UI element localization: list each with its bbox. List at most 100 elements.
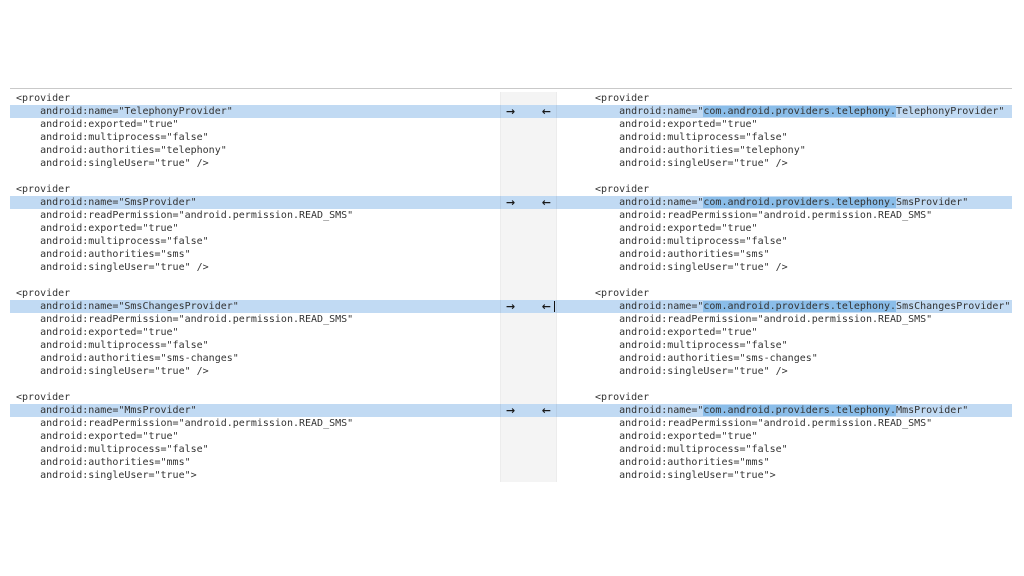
apply-change-left-arrow-icon[interactable]: ← [542, 404, 551, 417]
left-pane-code-line[interactable] [10, 378, 500, 391]
right-pane-code-line[interactable]: <provider [557, 287, 1012, 300]
code-text: android:singleUser="true" /> [589, 158, 788, 169]
diff-gutter: → ← [500, 417, 557, 430]
right-pane-code-line[interactable]: android:authorities="telephony" [557, 144, 1012, 157]
diff-row: android:name="SmsProvider" → ← android:n… [10, 196, 1012, 209]
diff-gutter: → ← [500, 274, 557, 287]
apply-change-left-arrow-icon[interactable]: ← [542, 196, 551, 209]
code-text: android:readPermission="android.permissi… [589, 314, 932, 325]
left-pane-code-line[interactable]: android:authorities="sms-changes" [10, 352, 500, 365]
left-pane-code-line[interactable]: android:name="SmsProvider" [10, 196, 500, 209]
code-text: <provider [589, 184, 649, 195]
left-pane-code-line[interactable]: <provider [10, 92, 500, 105]
left-pane-code-line[interactable]: <provider [10, 391, 500, 404]
right-pane-code-line[interactable]: android:exported="true" [557, 430, 1012, 443]
code-text: TelephonyProvider" [896, 106, 1004, 117]
right-pane-code-line[interactable]: android:exported="true" [557, 118, 1012, 131]
right-pane-code-line[interactable]: android:multiprocess="false" [557, 339, 1012, 352]
right-pane-code-line[interactable]: android:exported="true" [557, 222, 1012, 235]
right-pane-code-line[interactable]: android:singleUser="true" /> [557, 157, 1012, 170]
left-pane-code-line[interactable] [10, 274, 500, 287]
diff-gutter: → ← [500, 352, 557, 365]
screen: <provider → ← <provider android:name="Te… [0, 0, 1024, 576]
diff-gutter: → ← [500, 300, 557, 313]
left-pane-code-line[interactable]: android:name="MmsProvider" [10, 404, 500, 417]
diff-gutter: → ← [500, 378, 557, 391]
code-text: android:multiprocess="false" [589, 340, 788, 351]
apply-change-left-arrow-icon[interactable]: ← [542, 300, 551, 313]
right-pane-code-line[interactable]: android:singleUser="true" /> [557, 261, 1012, 274]
right-pane-code-line[interactable]: android:authorities="mms" [557, 456, 1012, 469]
left-pane-code-line[interactable]: android:readPermission="android.permissi… [10, 417, 500, 430]
apply-change-right-arrow-icon[interactable]: → [506, 300, 515, 313]
right-pane-code-line[interactable] [557, 274, 1012, 287]
right-pane-code-line[interactable]: android:singleUser="true"> [557, 469, 1012, 482]
left-pane-code-line[interactable]: android:singleUser="true" /> [10, 261, 500, 274]
diff-row: android:multiprocess="false" → ← android… [10, 339, 1012, 352]
left-pane-code-line[interactable]: android:multiprocess="false" [10, 235, 500, 248]
right-pane-code-line[interactable]: android:multiprocess="false" [557, 235, 1012, 248]
right-pane-code-line[interactable]: android:readPermission="android.permissi… [557, 313, 1012, 326]
left-pane-code-line[interactable]: android:exported="true" [10, 430, 500, 443]
apply-change-right-arrow-icon[interactable]: → [506, 196, 515, 209]
left-pane-code-line[interactable]: android:authorities="sms" [10, 248, 500, 261]
left-pane-code-line[interactable]: android:readPermission="android.permissi… [10, 313, 500, 326]
left-pane-code-line[interactable]: <provider [10, 287, 500, 300]
right-pane-code-line[interactable]: android:authorities="sms-changes" [557, 352, 1012, 365]
right-pane-code-line[interactable]: <provider [557, 183, 1012, 196]
left-pane-code-line[interactable]: android:authorities="telephony" [10, 144, 500, 157]
left-pane-code-line[interactable]: android:singleUser="true" /> [10, 157, 500, 170]
right-pane-code-line[interactable]: android:name="com.android.providers.tele… [557, 105, 1012, 118]
left-pane-code-line[interactable]: android:exported="true" [10, 326, 500, 339]
right-pane-code-line[interactable]: <provider [557, 391, 1012, 404]
code-text: android:singleUser="true" /> [589, 262, 788, 273]
right-pane-code-line[interactable]: android:name="com.android.providers.tele… [557, 300, 1012, 313]
code-text: MmsProvider" [896, 405, 968, 416]
right-pane-code-line[interactable]: android:singleUser="true" /> [557, 365, 1012, 378]
diff-gutter: → ← [500, 183, 557, 196]
left-pane-code-line[interactable] [10, 170, 500, 183]
right-pane-code-line[interactable] [557, 170, 1012, 183]
right-pane-code-line[interactable]: android:multiprocess="false" [557, 443, 1012, 456]
diff-row: android:multiprocess="false" → ← android… [10, 443, 1012, 456]
left-pane-code-line[interactable]: <provider [10, 183, 500, 196]
code-text: <provider [589, 93, 649, 104]
text-caret [554, 301, 555, 312]
left-pane-code-line[interactable]: android:readPermission="android.permissi… [10, 209, 500, 222]
diff-gutter: → ← [500, 339, 557, 352]
diff-row: android:authorities="mms" → ← android:au… [10, 456, 1012, 469]
right-pane-code-line[interactable]: android:authorities="sms" [557, 248, 1012, 261]
diff-row: android:readPermission="android.permissi… [10, 209, 1012, 222]
left-pane-code-line[interactable]: android:exported="true" [10, 222, 500, 235]
left-pane-code-line[interactable]: android:multiprocess="false" [10, 131, 500, 144]
diff-row: android:singleUser="true" /> → ← android… [10, 261, 1012, 274]
right-pane-code-line[interactable] [557, 378, 1012, 391]
left-pane-code-line[interactable]: android:exported="true" [10, 118, 500, 131]
diff-row: → ← [10, 274, 1012, 287]
left-pane-code-line[interactable]: android:multiprocess="false" [10, 443, 500, 456]
right-pane-code-line[interactable]: android:multiprocess="false" [557, 131, 1012, 144]
code-text: <provider [589, 392, 649, 403]
left-pane-code-line[interactable]: android:authorities="mms" [10, 456, 500, 469]
apply-change-left-arrow-icon[interactable]: ← [542, 105, 551, 118]
diff-row: android:readPermission="android.permissi… [10, 417, 1012, 430]
left-pane-code-line[interactable]: android:name="TelephonyProvider" [10, 105, 500, 118]
right-pane-code-line[interactable]: <provider [557, 92, 1012, 105]
code-text: SmsChangesProvider" [896, 301, 1010, 312]
left-pane-code-line[interactable]: android:name="SmsChangesProvider" [10, 300, 500, 313]
code-text: android:multiprocess="false" [589, 236, 788, 247]
diff-view: <provider → ← <provider android:name="Te… [10, 88, 1012, 482]
diff-row: android:exported="true" → ← android:expo… [10, 430, 1012, 443]
right-pane-code-line[interactable]: android:exported="true" [557, 326, 1012, 339]
right-pane-code-line[interactable]: android:name="com.android.providers.tele… [557, 404, 1012, 417]
apply-change-right-arrow-icon[interactable]: → [506, 404, 515, 417]
left-pane-code-line[interactable]: android:singleUser="true"> [10, 469, 500, 482]
diff-gutter: → ← [500, 105, 557, 118]
code-text: android:exported="true" [589, 119, 758, 130]
right-pane-code-line[interactable]: android:name="com.android.providers.tele… [557, 196, 1012, 209]
left-pane-code-line[interactable]: android:singleUser="true" /> [10, 365, 500, 378]
right-pane-code-line[interactable]: android:readPermission="android.permissi… [557, 209, 1012, 222]
apply-change-right-arrow-icon[interactable]: → [506, 105, 515, 118]
right-pane-code-line[interactable]: android:readPermission="android.permissi… [557, 417, 1012, 430]
left-pane-code-line[interactable]: android:multiprocess="false" [10, 339, 500, 352]
